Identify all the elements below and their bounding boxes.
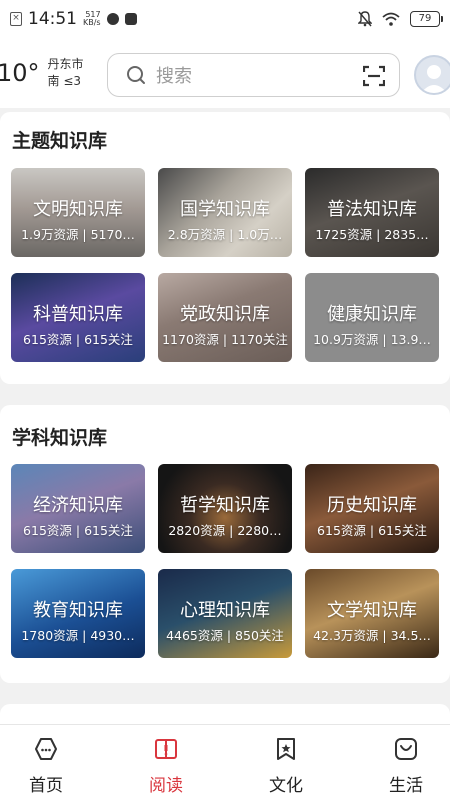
network-speed: 517 KB/s bbox=[83, 11, 101, 27]
card-name: 经济知识库 bbox=[33, 495, 123, 516]
search-bar[interactable]: 搜索 bbox=[107, 53, 400, 97]
knowledge-card[interactable]: 文学知识库 42.3万资源 | 34.5… bbox=[305, 569, 439, 658]
mute-bell-icon bbox=[358, 11, 372, 27]
card-name: 国学知识库 bbox=[180, 199, 270, 220]
book-icon bbox=[155, 739, 177, 759]
card-stats: 1780资源 | 4930… bbox=[21, 628, 135, 643]
temperature: 10° bbox=[0, 59, 40, 87]
weather-widget[interactable]: 10° 丹东市 南 ≤3 bbox=[0, 56, 84, 90]
card-stats: 42.3万资源 | 34.5… bbox=[313, 628, 431, 643]
knowledge-card[interactable]: 国学知识库 2.8万资源 | 1.0万… bbox=[158, 168, 292, 257]
culture-icon bbox=[277, 738, 295, 760]
card-stats: 615资源 | 615关注 bbox=[23, 332, 133, 347]
card-stats: 1170资源 | 1170关注 bbox=[162, 332, 288, 347]
bottom-tab-bar: 首页 阅读 文化 生活 bbox=[0, 724, 450, 800]
tab-culture[interactable]: 文化 bbox=[230, 725, 342, 800]
top-header: 10° 丹东市 南 ≤3 搜索 bbox=[0, 38, 450, 108]
city-name: 丹东市 bbox=[47, 57, 84, 71]
search-icon bbox=[127, 66, 145, 84]
card-stats: 10.9万资源 | 13.9… bbox=[313, 332, 431, 347]
card-name: 历史知识库 bbox=[327, 495, 417, 516]
knowledge-card[interactable]: 哲学知识库 2820资源 | 2280… bbox=[158, 464, 292, 553]
knowledge-card[interactable]: 教育知识库 1780资源 | 4930… bbox=[11, 569, 145, 658]
tab-life[interactable]: 生活 bbox=[350, 725, 450, 800]
wifi-icon bbox=[382, 12, 400, 26]
close-notification-icon: × bbox=[10, 12, 22, 26]
knowledge-card[interactable]: 历史知识库 615资源 | 615关注 bbox=[305, 464, 439, 553]
knowledge-card[interactable]: 经济知识库 615资源 | 615关注 bbox=[11, 464, 145, 553]
card-stats: 4465资源 | 850关注 bbox=[166, 628, 284, 643]
tab-label: 阅读 bbox=[149, 776, 183, 796]
knowledge-card[interactable]: 文明知识库 1.9万资源 | 5170… bbox=[11, 168, 145, 257]
tab-label: 生活 bbox=[389, 776, 423, 796]
user-avatar[interactable] bbox=[414, 55, 450, 95]
card-name: 心理知识库 bbox=[180, 600, 270, 621]
app-notification-icon bbox=[106, 13, 119, 25]
card-stats: 615资源 | 615关注 bbox=[23, 523, 133, 538]
section-theme-knowledge: 主题知识库 文明知识库 1.9万资源 | 5170… 国学知识库 2.8万资源 … bbox=[0, 112, 450, 384]
card-name: 党政知识库 bbox=[180, 304, 270, 325]
card-stats: 2820资源 | 2280… bbox=[168, 523, 282, 538]
knowledge-card[interactable]: 科普知识库 615资源 | 615关注 bbox=[11, 273, 145, 362]
card-stats: 1.9万资源 | 5170… bbox=[21, 227, 135, 242]
wind-info: 南 ≤3 bbox=[47, 74, 82, 88]
knowledge-card[interactable]: 普法知识库 1725资源 | 2835… bbox=[305, 168, 439, 257]
app-notification-icon bbox=[124, 13, 137, 25]
weather-info: 丹东市 南 ≤3 bbox=[48, 56, 84, 90]
card-name: 教育知识库 bbox=[33, 600, 123, 621]
section-title: 主题知识库 bbox=[12, 130, 108, 152]
section-title: 学科知识库 bbox=[12, 427, 108, 449]
tab-reading[interactable]: 阅读 bbox=[110, 725, 222, 800]
card-name: 文明知识库 bbox=[33, 199, 123, 220]
scan-icon[interactable] bbox=[363, 65, 385, 87]
network-speed-unit: KB/s bbox=[83, 18, 101, 27]
knowledge-card[interactable]: 心理知识库 4465资源 | 850关注 bbox=[158, 569, 292, 658]
home-icon bbox=[35, 738, 57, 760]
battery-icon: 79 bbox=[410, 11, 443, 27]
card-stats: 1725资源 | 2835… bbox=[315, 227, 429, 242]
card-name: 文学知识库 bbox=[327, 600, 417, 621]
user-avatar-icon bbox=[421, 65, 447, 93]
card-name: 普法知识库 bbox=[327, 199, 417, 220]
tab-label: 首页 bbox=[29, 776, 63, 796]
status-time: 14:51 bbox=[28, 9, 77, 29]
card-name: 健康知识库 bbox=[327, 304, 417, 325]
tab-home[interactable]: 首页 bbox=[0, 725, 102, 800]
tab-label: 文化 bbox=[269, 776, 303, 796]
search-placeholder: 搜索 bbox=[156, 66, 192, 87]
card-stats: 615资源 | 615关注 bbox=[317, 523, 427, 538]
life-icon bbox=[395, 738, 417, 760]
knowledge-card[interactable]: 健康知识库 10.9万资源 | 13.9… bbox=[305, 273, 439, 362]
status-bar: × 14:51 517 KB/s 79 bbox=[0, 0, 450, 38]
section-subject-knowledge: 学科知识库 经济知识库 615资源 | 615关注 哲学知识库 2820资源 |… bbox=[0, 405, 450, 683]
card-stats: 2.8万资源 | 1.0万… bbox=[167, 227, 283, 242]
card-name: 哲学知识库 bbox=[180, 495, 270, 516]
knowledge-card[interactable]: 党政知识库 1170资源 | 1170关注 bbox=[158, 273, 292, 362]
card-name: 科普知识库 bbox=[33, 304, 123, 325]
